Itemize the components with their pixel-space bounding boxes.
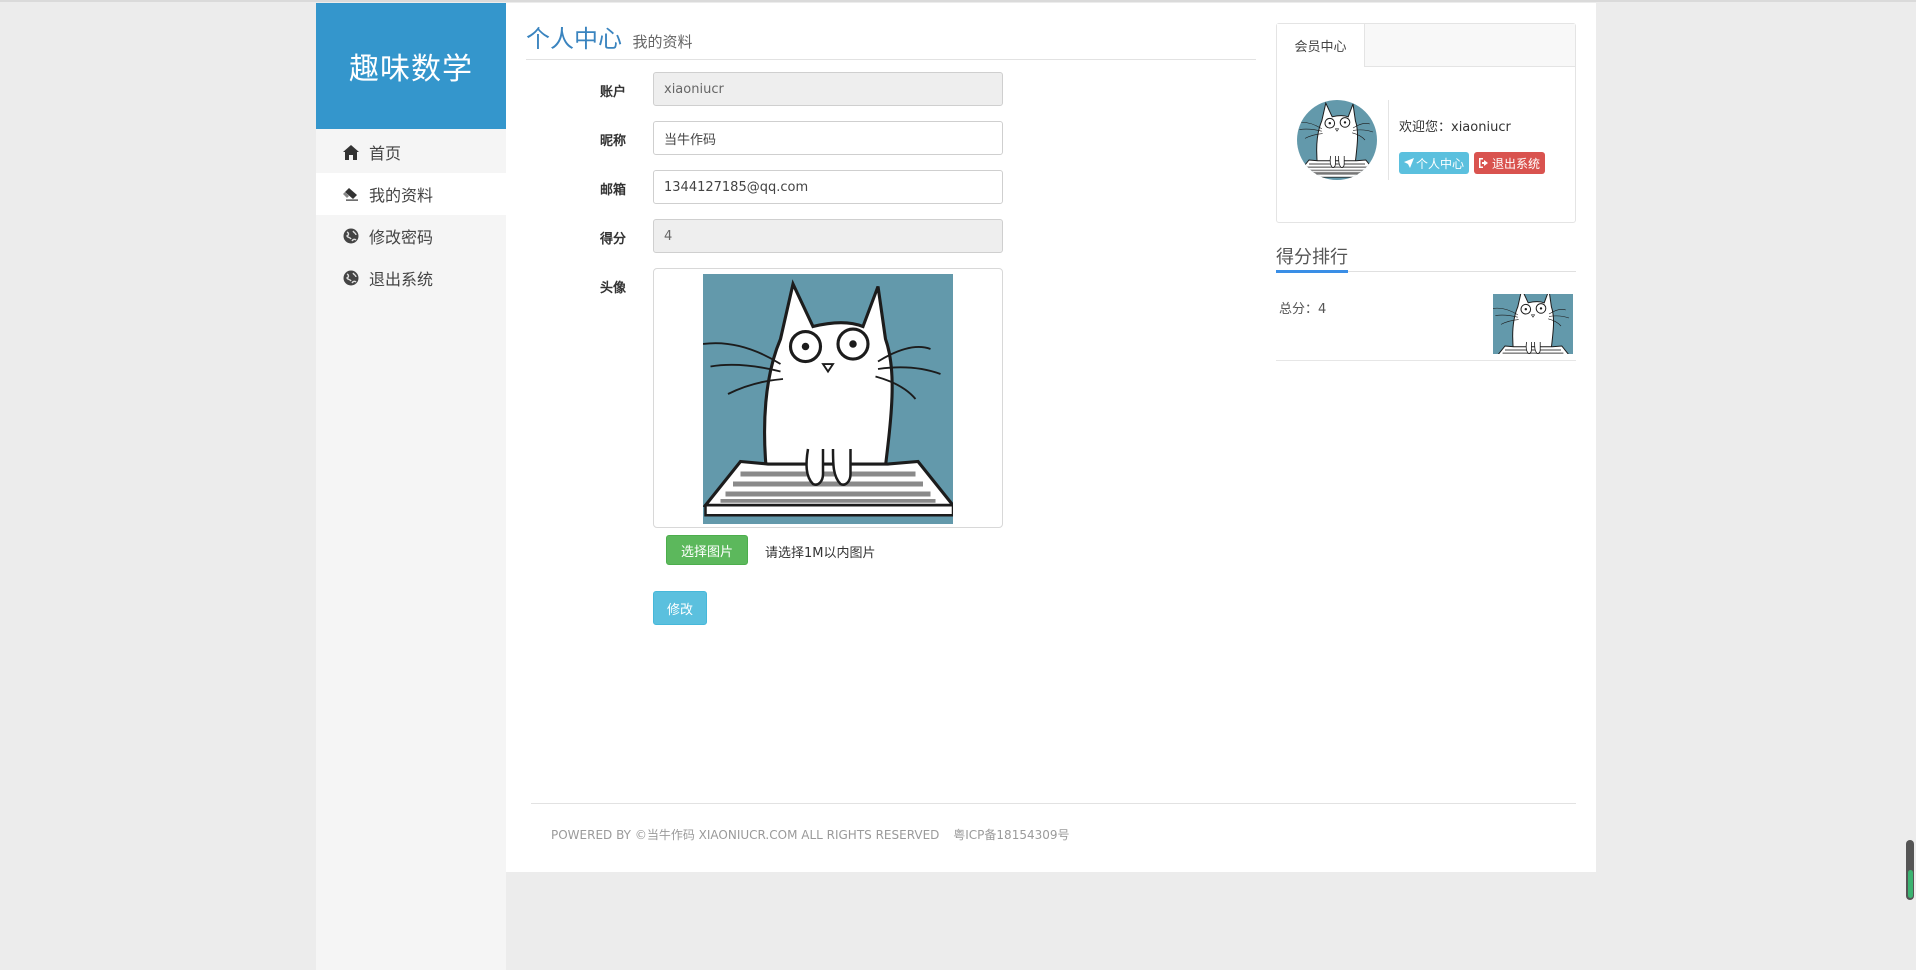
nickname-field[interactable] xyxy=(653,121,1003,155)
page-subtitle: 我的资料 xyxy=(632,33,693,51)
ranking-row: 总分：4 xyxy=(1276,288,1576,361)
eraser-icon xyxy=(342,185,360,203)
profile-center-label: 个人中心 xyxy=(1416,156,1465,171)
ranking-score: 总分：4 xyxy=(1279,302,1327,317)
member-panel: 会员中心 欢迎您：xiaoniucr 个人中心 退出系统 xyxy=(1276,23,1576,223)
panel-divider xyxy=(1388,100,1389,180)
sidebar: 趣味数学 首页 我的资料 修改密码 退出系统 xyxy=(316,3,506,970)
sidebar-item-change-password[interactable]: 修改密码 xyxy=(316,215,506,257)
upload-hint: 请选择1M以内图片 xyxy=(765,546,876,561)
email-field[interactable] xyxy=(653,170,1003,204)
page-header: 个人中心 我的资料 xyxy=(526,19,1256,60)
user-avatar xyxy=(1297,100,1377,180)
footer-copyright: POWERED BY ©当牛作码 XIAONIUCR.COM ALL RIGHT… xyxy=(551,828,940,842)
main-content: 个人中心 我的资料 账户 昵称 邮箱 得分 头像 选择图片 请选择1M以内图片 … xyxy=(506,3,1596,872)
tab-member-center[interactable]: 会员中心 xyxy=(1277,24,1365,67)
sidebar-item-label: 退出系统 xyxy=(369,270,434,289)
logout-button[interactable]: 退出系统 xyxy=(1474,152,1546,174)
email-label: 邮箱 xyxy=(599,183,626,198)
submit-button[interactable]: 修改 xyxy=(653,591,707,625)
ranking-avatar xyxy=(1493,294,1573,354)
avatar-label: 头像 xyxy=(599,281,626,296)
scrollbar-thumb[interactable] xyxy=(1908,870,1913,898)
footer-divider xyxy=(531,803,1576,804)
sign-out-icon xyxy=(1479,158,1490,168)
sidebar-item-label: 我的资料 xyxy=(369,186,434,205)
ranking-title-underline xyxy=(1276,270,1348,273)
globe-icon xyxy=(342,269,360,287)
account-label: 账户 xyxy=(599,85,626,100)
footer-icp[interactable]: 粤ICP备18154309号 xyxy=(953,828,1069,842)
profile-center-button[interactable]: 个人中心 xyxy=(1399,152,1470,174)
brand-logo[interactable]: 趣味数学 xyxy=(316,3,506,129)
send-icon xyxy=(1404,158,1414,168)
sidebar-item-my-profile[interactable]: 我的资料 xyxy=(316,173,506,215)
ranking-title: 得分排行 xyxy=(1276,247,1348,268)
footer: POWERED BY ©当牛作码 XIAONIUCR.COM ALL RIGHT… xyxy=(551,826,1070,843)
sidebar-item-label: 首页 xyxy=(369,144,402,163)
avatar-preview-box xyxy=(653,268,1003,528)
account-field[interactable] xyxy=(653,72,1003,106)
welcome-text: 欢迎您：xiaoniucr xyxy=(1399,120,1511,135)
member-panel-header: 会员中心 xyxy=(1277,24,1575,67)
sidebar-item-logout[interactable]: 退出系统 xyxy=(316,257,506,299)
avatar-preview-image xyxy=(703,274,953,524)
globe-icon xyxy=(342,227,360,245)
page-title: 个人中心 xyxy=(526,25,622,53)
sidebar-item-label: 修改密码 xyxy=(369,228,434,247)
sidebar-item-home[interactable]: 首页 xyxy=(316,131,506,173)
choose-image-button[interactable]: 选择图片 xyxy=(666,535,748,565)
score-field[interactable] xyxy=(653,219,1003,253)
score-label: 得分 xyxy=(599,232,626,247)
logout-label: 退出系统 xyxy=(1492,156,1541,171)
nickname-label: 昵称 xyxy=(599,134,626,149)
top-border xyxy=(0,0,1916,2)
home-icon xyxy=(342,143,360,161)
